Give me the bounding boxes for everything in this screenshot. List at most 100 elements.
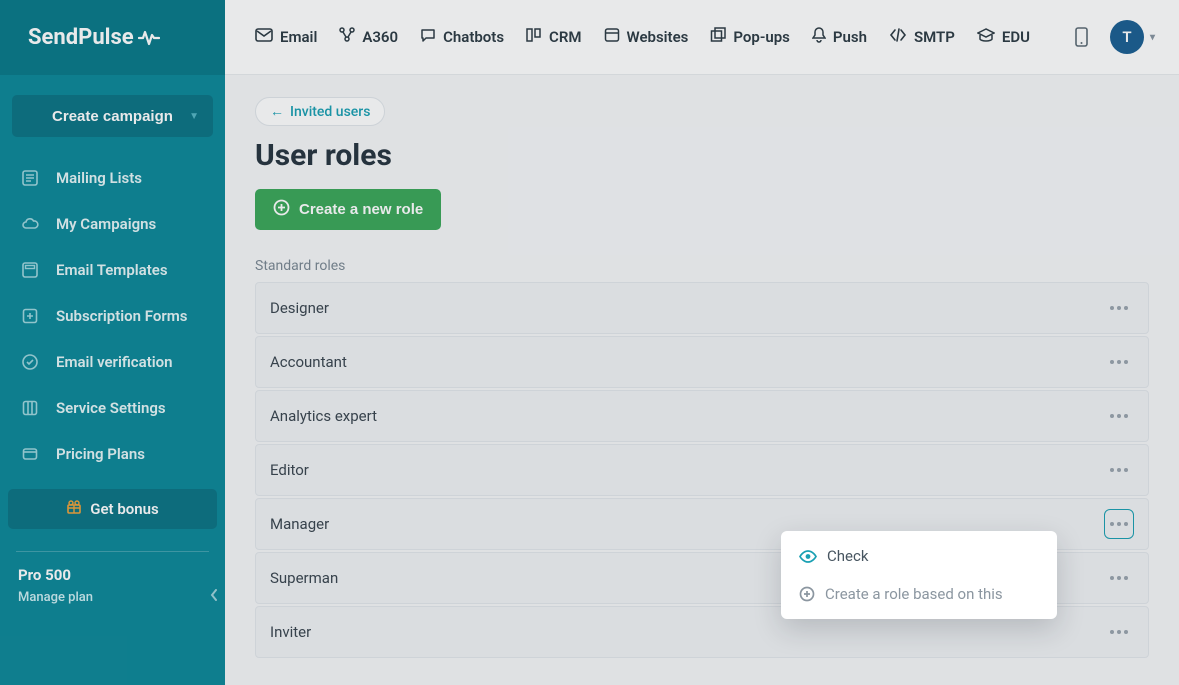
form-icon <box>20 307 40 325</box>
collapse-sidebar-button[interactable] <box>205 585 223 605</box>
envelope-icon <box>255 28 273 46</box>
graduation-icon <box>977 28 995 46</box>
topnav-label: Push <box>833 28 867 46</box>
topnav-email[interactable]: Email <box>255 28 317 46</box>
topnav-chatbots[interactable]: Chatbots <box>420 27 504 47</box>
page-title: User roles <box>255 138 1149 173</box>
cloud-icon <box>20 215 40 233</box>
topnav-push[interactable]: Push <box>812 27 867 47</box>
sidebar-item-email-templates[interactable]: Email Templates <box>0 247 225 293</box>
role-row[interactable]: Analytics expert <box>255 390 1149 442</box>
avatar: T <box>1110 20 1144 54</box>
columns-icon <box>20 399 40 417</box>
sidebar-item-label: My Campaigns <box>56 215 156 233</box>
eye-icon <box>799 550 817 563</box>
manage-plan-link[interactable]: Manage plan <box>18 590 207 605</box>
create-campaign-label: Create campaign <box>52 108 173 125</box>
role-actions-button[interactable] <box>1104 347 1134 377</box>
role-actions-button[interactable] <box>1104 455 1134 485</box>
role-actions-button[interactable] <box>1104 401 1134 431</box>
menu-item-check[interactable]: Check <box>781 537 1057 575</box>
mobile-icon[interactable] <box>1075 27 1088 47</box>
brand-name: SendPulse <box>28 25 134 50</box>
code-icon <box>889 28 907 46</box>
sidebar-item-subscription-forms[interactable]: Subscription Forms <box>0 293 225 339</box>
chat-icon <box>420 27 436 47</box>
topnav-popups[interactable]: Pop-ups <box>710 27 789 47</box>
brand-logo[interactable]: SendPulse <box>0 0 225 75</box>
templates-icon <box>20 261 40 279</box>
create-campaign-button[interactable]: Create campaign ▼ <box>12 95 213 137</box>
role-name: Analytics expert <box>270 407 377 425</box>
role-name: Inviter <box>270 623 311 641</box>
create-new-role-button[interactable]: Create a new role <box>255 189 441 230</box>
sidebar-item-mailing-lists[interactable]: Mailing Lists <box>0 155 225 201</box>
topnav-label: Email <box>280 28 317 46</box>
arrow-left-icon: ← <box>270 103 284 120</box>
bonus-label: Get bonus <box>90 500 158 518</box>
role-actions-button[interactable] <box>1104 617 1134 647</box>
role-actions-menu: Check Create a role based on this <box>781 531 1057 619</box>
role-actions-button[interactable] <box>1104 293 1134 323</box>
sidebar-item-label: Email Templates <box>56 261 168 279</box>
role-name: Designer <box>270 299 329 317</box>
sidebar-item-email-verification[interactable]: Email verification <box>0 339 225 385</box>
role-row[interactable]: Designer <box>255 282 1149 334</box>
topnav-label: Chatbots <box>443 28 504 46</box>
wallet-icon <box>20 445 40 463</box>
section-label: Standard roles <box>255 258 1149 274</box>
kanban-icon <box>526 27 542 47</box>
topnav-label: EDU <box>1002 28 1030 46</box>
plan-name: Pro 500 <box>18 566 207 584</box>
nodes-icon <box>339 27 355 47</box>
back-invited-users-link[interactable]: ← Invited users <box>255 97 385 126</box>
plan-block: Pro 500 Manage plan <box>0 566 225 605</box>
role-actions-button[interactable] <box>1104 509 1134 539</box>
popup-icon <box>710 27 726 47</box>
check-circle-icon <box>20 353 40 371</box>
account-menu[interactable]: T ▾ <box>1110 20 1155 54</box>
sidebar-nav: Mailing Lists My Campaigns Email Templat… <box>0 155 225 477</box>
sidebar-item-label: Email verification <box>56 353 173 371</box>
menu-item-label: Check <box>827 547 868 565</box>
role-row[interactable]: Accountant <box>255 336 1149 388</box>
topnav-label: Pop-ups <box>733 28 789 46</box>
sidebar-item-service-settings[interactable]: Service Settings <box>0 385 225 431</box>
role-actions-button[interactable] <box>1104 563 1134 593</box>
topnav-a360[interactable]: A360 <box>339 27 398 47</box>
topnav-label: CRM <box>549 28 581 46</box>
topnav-label: A360 <box>362 28 398 46</box>
menu-item-label: Create a role based on this <box>825 585 1003 603</box>
topnav-label: SMTP <box>914 28 955 46</box>
sidebar-item-my-campaigns[interactable]: My Campaigns <box>0 201 225 247</box>
menu-item-create-based[interactable]: Create a role based on this <box>781 575 1057 613</box>
sidebar: SendPulse Create campaign ▼ Mailing List… <box>0 0 225 685</box>
window-icon <box>604 27 620 47</box>
get-bonus-button[interactable]: Get bonus <box>8 489 217 529</box>
sidebar-item-label: Pricing Plans <box>56 445 145 463</box>
sidebar-item-label: Service Settings <box>56 399 166 417</box>
pulse-icon <box>138 29 160 47</box>
role-name: Superman <box>270 569 338 587</box>
list-icon <box>20 169 40 187</box>
topnav-crm[interactable]: CRM <box>526 27 581 47</box>
chevron-down-icon: ▼ <box>189 111 199 122</box>
role-name: Manager <box>270 515 329 533</box>
topnav-edu[interactable]: EDU <box>977 28 1030 46</box>
bell-icon <box>812 27 826 47</box>
role-row[interactable]: Editor <box>255 444 1149 496</box>
sidebar-item-pricing-plans[interactable]: Pricing Plans <box>0 431 225 477</box>
back-label: Invited users <box>290 104 370 120</box>
topnav-smtp[interactable]: SMTP <box>889 28 955 46</box>
chevron-down-icon: ▾ <box>1150 32 1155 43</box>
plus-circle-icon <box>799 586 815 602</box>
gift-icon <box>66 499 82 519</box>
plus-circle-icon <box>273 199 290 220</box>
create-role-label: Create a new role <box>299 201 423 218</box>
divider <box>16 551 209 552</box>
sidebar-item-label: Mailing Lists <box>56 169 142 187</box>
role-name: Accountant <box>270 353 347 371</box>
topnav-label: Websites <box>627 28 689 46</box>
topnav-websites[interactable]: Websites <box>604 27 689 47</box>
topbar: Email A360 Chatbots CRM Websites Pop-ups <box>225 0 1179 75</box>
